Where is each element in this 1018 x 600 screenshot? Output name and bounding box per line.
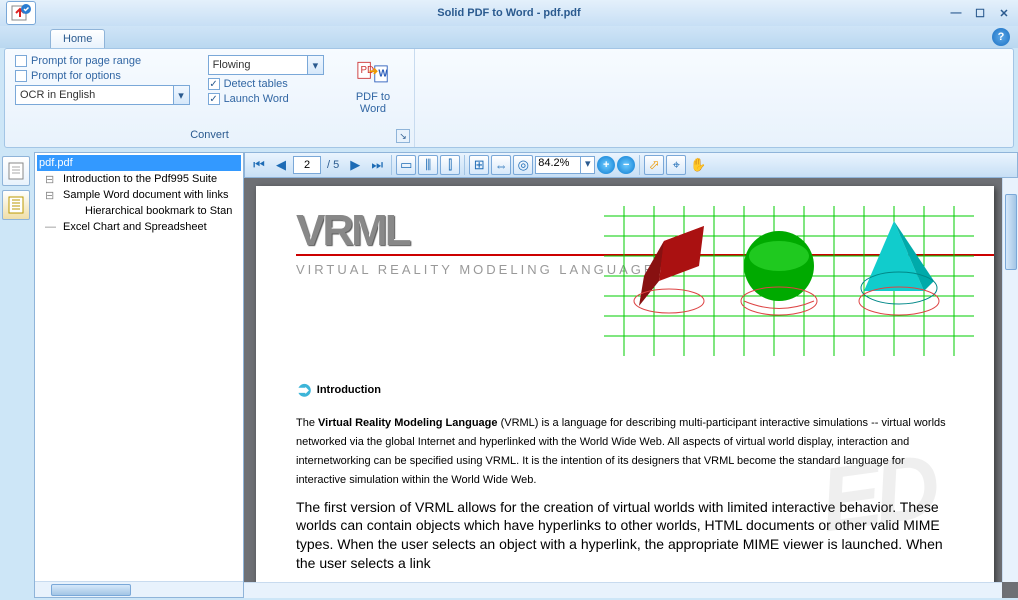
page-total-label: / 5 (323, 159, 343, 171)
ribbon: Prompt for page range Prompt for options… (4, 48, 1014, 148)
doc-vscrollbar[interactable] (1002, 178, 1018, 582)
page-toolbar: ⏮ ◀ / 5 ▶ ⏭ ▭ ⫼ ⫿ ⊞ ⇔ ◎ 84.2% ▾ + − ⬀ ⌖ … (244, 152, 1018, 178)
detect-tables-checkbox[interactable]: ✓ Detect tables (208, 78, 324, 90)
zoom-combo[interactable]: 84.2% ▾ (535, 156, 595, 174)
tree-root[interactable]: pdf.pdf (37, 155, 241, 171)
launch-word-checkbox[interactable]: ✓ Launch Word (208, 93, 324, 105)
zoom-in-button[interactable]: + (597, 156, 615, 174)
fit-width-button[interactable]: ⇔ (491, 155, 511, 175)
ocr-language-value: OCR in English (16, 86, 173, 104)
tree-item[interactable]: Hierarchical bookmark to Stan (37, 203, 241, 219)
tree-item[interactable]: Introduction to the Pdf995 Suite (37, 171, 241, 187)
ocr-language-combo[interactable]: OCR in English ▾ (15, 85, 190, 105)
prompt-options-label: Prompt for options (31, 70, 121, 82)
chevron-down-icon[interactable]: ▾ (307, 56, 323, 74)
chevron-down-icon[interactable]: ▾ (580, 157, 594, 173)
bookmarks-tab[interactable] (2, 190, 30, 220)
flow-mode-combo[interactable]: Flowing ▾ (208, 55, 324, 75)
zoom-out-button[interactable]: − (617, 156, 635, 174)
prompt-page-range-checkbox[interactable]: Prompt for page range (15, 55, 190, 67)
continuous-view-button[interactable]: ⫼ (418, 155, 438, 175)
pdf-to-word-button[interactable]: PDFW PDF to Word (342, 55, 404, 129)
page-number-input[interactable] (293, 156, 321, 174)
maximize-button[interactable]: ☐ (972, 6, 988, 20)
actual-size-button[interactable]: ◎ (513, 155, 533, 175)
next-page-button[interactable]: ▶ (345, 155, 365, 175)
tree-item[interactable]: Excel Chart and Spreadsheet (37, 219, 241, 235)
doc-logo-subtitle: VIRTUAL REALITY MODELING LANGUAGE (296, 262, 656, 277)
tree-item[interactable]: Sample Word document with links (37, 187, 241, 203)
outline-hscrollbar[interactable] (35, 581, 243, 597)
ribbon-launcher-icon[interactable]: ↘ (396, 129, 410, 143)
hand-tool-button[interactable]: ✋ (688, 155, 708, 175)
doc-logo-text: VRML (296, 206, 656, 256)
app-icon (6, 1, 36, 25)
ribbon-group-label: Convert (15, 129, 404, 145)
bullet-icon: ➲ (296, 377, 313, 402)
close-button[interactable]: ✕ (996, 6, 1012, 20)
prompt-options-checkbox[interactable]: Prompt for options (15, 70, 190, 82)
pdf-to-word-label: PDF to Word (342, 91, 404, 115)
last-page-button[interactable]: ⏭ (367, 155, 387, 175)
svg-text:W: W (378, 69, 388, 80)
side-tabs (0, 152, 34, 598)
title-bar: Solid PDF to Word - pdf.pdf — ☐ ✕ (0, 0, 1018, 26)
flow-mode-value: Flowing (209, 56, 307, 74)
page-content: ED VRML VIRTUAL REALITY MODELING LANGUAG… (256, 186, 994, 598)
outline-panel: pdf.pdf Introduction to the Pdf995 Suite… (34, 152, 244, 598)
doc-heading: ➲Introduction (296, 377, 954, 402)
select-tool-button[interactable]: ⬀ (644, 155, 664, 175)
window-title: Solid PDF to Word - pdf.pdf (437, 7, 580, 19)
checkbox-icon: ✓ (208, 93, 220, 105)
minimize-button[interactable]: — (948, 6, 964, 20)
doc-hscrollbar[interactable] (244, 582, 1002, 598)
help-button[interactable]: ? (992, 28, 1010, 46)
chevron-down-icon[interactable]: ▾ (173, 86, 189, 104)
detect-tables-label: Detect tables (224, 78, 288, 90)
zoom-value: 84.2% (536, 157, 580, 173)
pdf-to-word-icon: PDFW (357, 57, 389, 89)
first-page-button[interactable]: ⏮ (249, 155, 269, 175)
prev-page-button[interactable]: ◀ (271, 155, 291, 175)
checkbox-icon: ✓ (208, 78, 220, 90)
tab-home[interactable]: Home (50, 29, 105, 48)
checkbox-icon (15, 55, 27, 67)
document-viewport[interactable]: ED VRML VIRTUAL REALITY MODELING LANGUAG… (244, 178, 1018, 598)
launch-word-label: Launch Word (224, 93, 289, 105)
pages-tab[interactable] (2, 156, 30, 186)
tab-bar: Home ? (0, 26, 1018, 48)
prompt-page-range-label: Prompt for page range (31, 55, 141, 67)
text-select-tool-button[interactable]: ⌖ (666, 155, 686, 175)
fit-page-button[interactable]: ⊞ (469, 155, 489, 175)
watermark: ED (814, 436, 940, 554)
vrml-shapes-graphic (604, 206, 974, 356)
checkbox-icon (15, 70, 27, 82)
single-page-view-button[interactable]: ▭ (396, 155, 416, 175)
facing-view-button[interactable]: ⫿ (440, 155, 460, 175)
